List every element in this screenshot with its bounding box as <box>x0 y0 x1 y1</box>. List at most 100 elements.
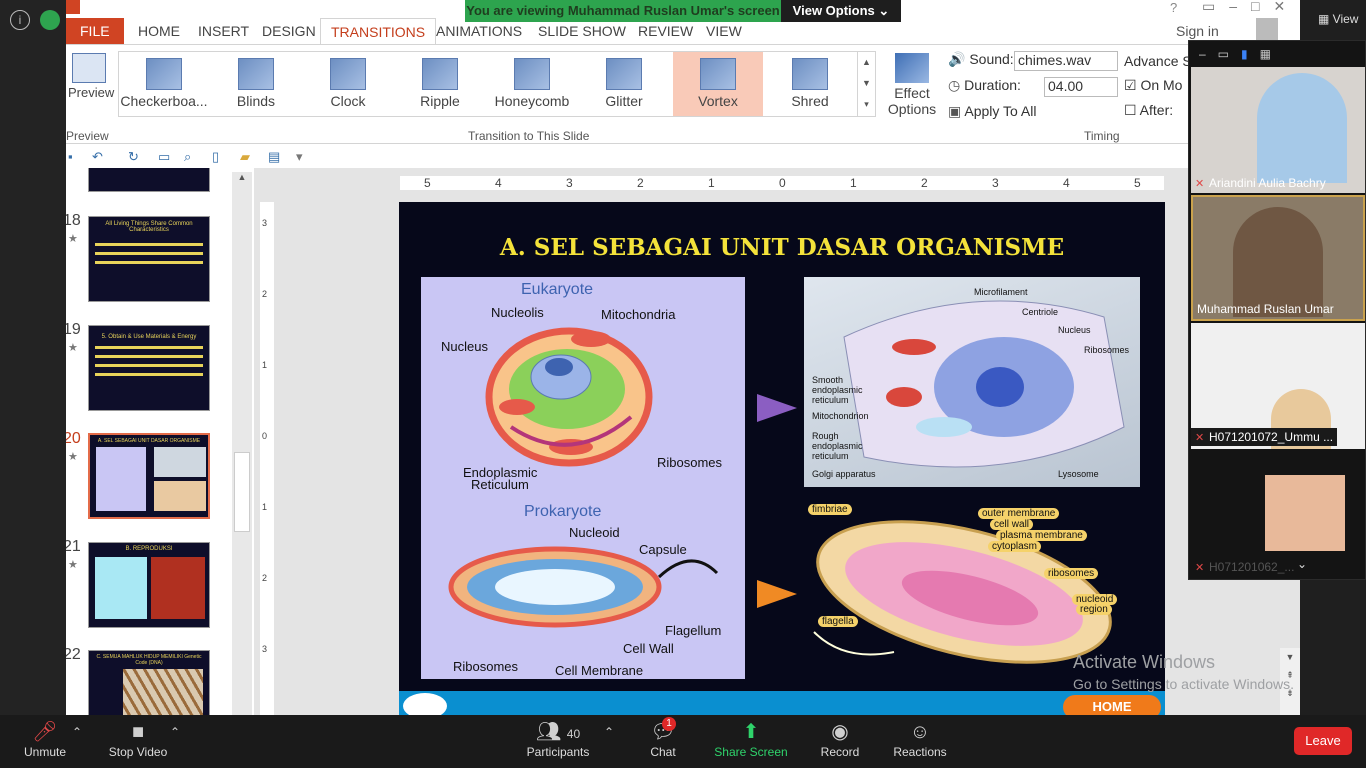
transition-glitter[interactable]: Glitter <box>579 52 669 116</box>
new-file-icon[interactable]: ▯ <box>212 150 226 164</box>
user-avatar[interactable] <box>1256 18 1278 40</box>
meeting-toolbar: 🎤︎ Unmute ⌃ ■ Stop Video ⌃ 👥︎ 40 Partici… <box>0 715 1366 768</box>
label-rough: Rough <box>812 431 839 441</box>
transition-gallery: Checkerboa... Blinds Clock Ripple Honeyc… <box>118 51 876 117</box>
thumbnail-eukaryote-box <box>96 447 146 511</box>
thumbnail-title: C. SEMUA MAHLUK HIDUP MEMILIKI Genetic C… <box>96 654 202 666</box>
tab-review[interactable]: REVIEW <box>628 18 703 45</box>
view-options-button[interactable]: View Options ⌄ <box>781 0 901 22</box>
window-controls[interactable]: ▭–□✕ <box>1202 0 1299 15</box>
save-icon[interactable]: ▪ <box>68 150 82 164</box>
redo-icon[interactable]: ↻ <box>128 150 142 164</box>
current-slide[interactable]: A. SEL SEBAGAI UNIT DASAR ORGANISME Euka… <box>399 202 1165 715</box>
transition-clock[interactable]: Clock <box>303 52 393 116</box>
thumbnail-title: B. REPRODUKSI <box>125 546 173 552</box>
horizontal-ruler: 5 4 3 2 1 0 1 2 3 4 5 <box>400 176 1164 190</box>
view-button[interactable]: ▦ View <box>1318 12 1358 26</box>
label-cell-membrane: Cell Membrane <box>555 663 644 678</box>
thumbnail-19[interactable]: 5. Obtain & Use Materials & Energy <box>88 325 210 411</box>
label-nucleolis: Nucleolis <box>491 305 544 320</box>
tab-animations[interactable]: ANIMATIONS <box>426 18 532 45</box>
share-screen-button[interactable]: ⬆ Share Screen <box>712 719 790 759</box>
leave-button[interactable]: Leave <box>1294 727 1352 755</box>
stop-video-button[interactable]: ■ Stop Video <box>104 719 172 759</box>
thumbnail-22[interactable]: C. SEMUA MAHLUK HIDUP MEMILIKI Genetic C… <box>88 650 210 715</box>
gallery-controls[interactable]: –▭▮▦ <box>1199 47 1283 61</box>
open-folder-icon[interactable]: ▰ <box>240 150 254 164</box>
thumbnail-21[interactable]: B. REPRODUKSI <box>88 542 210 628</box>
sound-select[interactable]: chimes.wav <box>1014 51 1118 71</box>
activate-windows-watermark: Activate Windows <box>1073 652 1216 672</box>
sound-row: 🔊 Sound: chimes.wav <box>948 51 1128 73</box>
sign-in-link[interactable]: Sign in <box>1176 23 1219 39</box>
preview-group-label: Preview <box>66 129 109 143</box>
chat-button[interactable]: 💬︎ 1 Chat <box>644 717 682 759</box>
thumbnail-scrollbar[interactable]: ▲ <box>232 172 252 715</box>
tab-transitions[interactable]: TRANSITIONS <box>320 18 437 45</box>
thumbnail-17[interactable] <box>88 168 210 192</box>
participant-tile-2[interactable]: Muhammad Ruslan Umar <box>1191 195 1365 321</box>
share-screen-icon: ⬆ <box>742 721 760 743</box>
scroll-up-icon[interactable]: ▲ <box>232 172 252 182</box>
chevron-down-icon[interactable]: ⌄ <box>1297 557 1307 571</box>
scroll-thumb[interactable] <box>234 452 250 532</box>
transition-blinds[interactable]: Blinds <box>211 52 301 116</box>
present-icon[interactable]: ▭ <box>158 150 172 164</box>
tab-view[interactable]: VIEW <box>696 18 752 45</box>
apply-to-all-button[interactable]: ▣ Apply To All <box>948 103 1036 120</box>
tab-file[interactable]: FILE <box>66 18 124 45</box>
participants-options-caret[interactable]: ⌃ <box>604 719 614 745</box>
transition-shred[interactable]: Shred <box>765 52 855 116</box>
gallery-scroll[interactable]: ▲ ▼ ▾ <box>857 52 875 116</box>
info-icon[interactable]: i <box>10 10 30 30</box>
transition-ripple[interactable]: Ripple <box>395 52 485 116</box>
ruler-tick-label: 2 <box>921 176 928 190</box>
thumbnail-18[interactable]: All Living Things Share Common Character… <box>88 216 210 302</box>
label-animal-ribosomes: Ribosomes <box>1084 345 1130 355</box>
undo-icon[interactable]: ↶ <box>92 150 106 164</box>
participant-tile-4[interactable]: ✕ H071201062_... ⌄ <box>1191 451 1365 577</box>
chevron-down-icon: ⌄ <box>878 3 890 18</box>
participant-tile-3[interactable]: ✕ H071201072_Ummu ... <box>1191 323 1365 449</box>
thumbnail-title: A. SEL SEBAGAI UNIT DASAR ORGANISME <box>97 438 201 444</box>
help-icon[interactable]: ? <box>1170 0 1177 15</box>
after-checkbox[interactable]: ☐ After: <box>1124 102 1188 119</box>
preview-button[interactable]: Preview <box>68 51 114 111</box>
eukaryote-prokaryote-panel: Eukaryote Nucleolis Mitochondria Nucleus… <box>421 277 745 679</box>
transition-checkerboard[interactable]: Checkerboa... <box>119 52 209 116</box>
participant-tile-1[interactable]: ✕ Ariandini Aulia Bachry <box>1191 67 1365 193</box>
shield-icon[interactable] <box>40 10 60 30</box>
duration-input[interactable]: 04.00 <box>1044 77 1118 97</box>
tab-insert[interactable]: INSERT <box>188 18 259 45</box>
label-smooth-endoplasmic: endoplasmic <box>812 385 863 395</box>
print-preview-icon[interactable]: ⌕ <box>184 150 198 164</box>
on-mouse-click-checkbox[interactable]: ☑ On Mo <box>1124 77 1188 94</box>
honeycomb-icon <box>514 58 550 90</box>
audio-options-caret[interactable]: ⌃ <box>72 719 82 745</box>
participants-button[interactable]: 👥︎ 40 Participants <box>522 719 594 759</box>
tab-design[interactable]: DESIGN <box>252 18 326 45</box>
reactions-button[interactable]: ☺ Reactions <box>890 719 950 759</box>
effect-options-icon <box>895 53 929 83</box>
ruler-tick-label: 0 <box>262 431 268 441</box>
transition-vortex[interactable]: Vortex <box>673 52 763 116</box>
effect-options-button[interactable]: Effect Options <box>884 51 940 121</box>
label-cytoplasm: cytoplasm <box>988 541 1042 552</box>
thumbnail-20[interactable]: A. SEL SEBAGAI UNIT DASAR ORGANISME <box>88 433 210 519</box>
ruler-tick-label: 5 <box>424 176 431 190</box>
transition-honeycomb[interactable]: Honeycomb <box>487 52 577 116</box>
quick-access-toolbar: ▪ ↶ ↻ ▭ ⌕ ▯ ▰ ▤ ▾ <box>66 146 396 168</box>
tab-slide-show[interactable]: SLIDE SHOW <box>528 18 636 45</box>
home-button[interactable]: HOME <box>1063 695 1161 715</box>
slide-thumbnails-panel: 18 ★ All Living Things Share Common Char… <box>66 168 234 715</box>
advance-label: Advance S <box>1124 53 1188 69</box>
unmute-button[interactable]: 🎤︎ Unmute <box>20 719 70 759</box>
video-options-caret[interactable]: ⌃ <box>170 719 180 745</box>
ruler-tick-label: 3 <box>566 176 573 190</box>
record-button[interactable]: ◉ Record <box>816 719 864 759</box>
save-as-icon[interactable]: ▤ <box>268 150 282 164</box>
gallery-group-label: Transition to This Slide <box>468 129 590 143</box>
customize-qat-icon[interactable]: ▾ <box>296 150 310 164</box>
duration-row: ◷ Duration: 04.00 <box>948 77 1128 99</box>
tab-home[interactable]: HOME <box>128 18 190 45</box>
